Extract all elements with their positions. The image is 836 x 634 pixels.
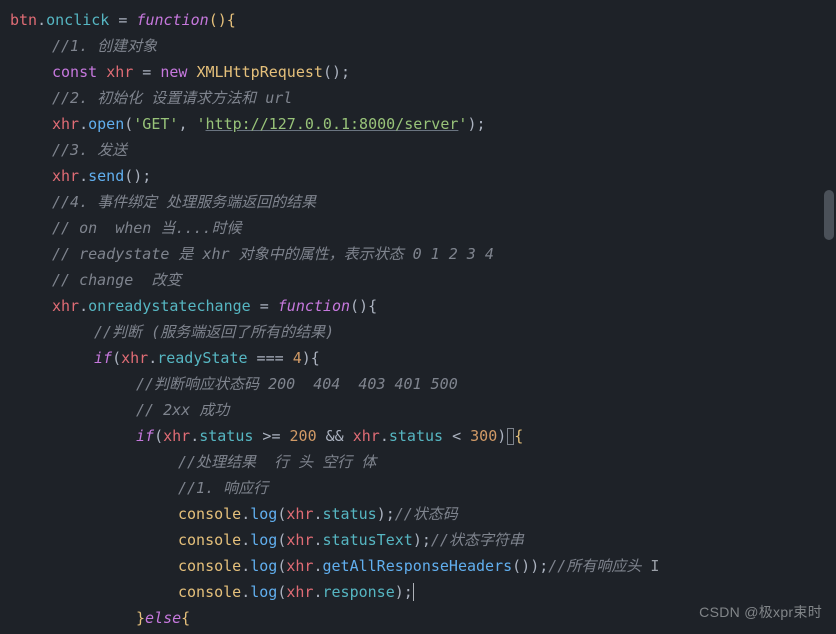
caret-icon — [413, 583, 414, 601]
code-line: xhr.send(); — [10, 164, 836, 190]
code-line: xhr.onreadystatechange = function(){ — [10, 294, 836, 320]
code-line: //判断响应状态码 200 404 403 401 500 — [10, 372, 836, 398]
code-line: //1. 响应行 — [10, 476, 836, 502]
code-line: btn.onclick = function(){ — [10, 8, 836, 34]
code-line: //处理结果 行 头 空行 体 — [10, 450, 836, 476]
code-line: //4. 事件绑定 处理服务端返回的结果 — [10, 190, 836, 216]
code-line: //3. 发送 — [10, 138, 836, 164]
watermark-text: CSDN @极xpr束时 — [699, 600, 822, 624]
code-line: const xhr = new XMLHttpRequest(); — [10, 60, 836, 86]
code-line: // 2xx 成功 — [10, 398, 836, 424]
code-line: if(xhr.readyState === 4){ — [10, 346, 836, 372]
code-line: if(xhr.status >= 200 && xhr.status < 300… — [10, 424, 836, 450]
code-line: // on when 当....时候 — [10, 216, 836, 242]
code-line: xhr.open('GET', 'http://127.0.0.1:8000/s… — [10, 112, 836, 138]
code-line: // readystate 是 xhr 对象中的属性，表示状态 0 1 2 3 … — [10, 242, 836, 268]
code-line: //1. 创建对象 — [10, 34, 836, 60]
code-line: //判断 (服务端返回了所有的结果) — [10, 320, 836, 346]
code-line: console.log(xhr.statusText);//状态字符串 — [10, 528, 836, 554]
code-editor[interactable]: btn.onclick = function(){ //1. 创建对象 cons… — [0, 8, 836, 632]
code-line: console.log(xhr.status);//状态码 — [10, 502, 836, 528]
scrollbar-thumb[interactable] — [824, 190, 834, 240]
text-cursor-icon: I — [650, 557, 659, 575]
code-line: // change 改变 — [10, 268, 836, 294]
code-line: console.log(xhr.getAllResponseHeaders())… — [10, 554, 836, 580]
code-line: //2. 初始化 设置请求方法和 url — [10, 86, 836, 112]
